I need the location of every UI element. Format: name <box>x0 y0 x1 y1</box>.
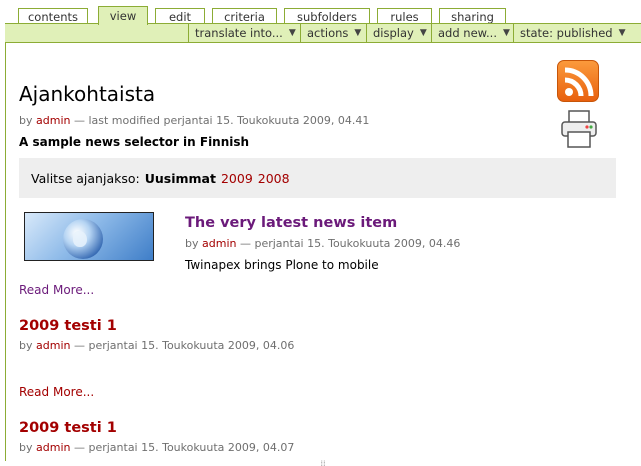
translate-label: translate into... <box>195 26 283 40</box>
selector-current: Uusimmat <box>144 170 216 186</box>
state-label: state: published <box>520 26 613 40</box>
tab-view[interactable]: view <box>98 6 148 25</box>
news-item-byline: by admin — perjantai 15. Toukokuuta 2009… <box>19 339 294 352</box>
news-item-title[interactable]: The very latest news item <box>185 215 397 231</box>
news-item-title[interactable]: 2009 testi 1 <box>19 318 117 334</box>
author-link[interactable]: admin <box>36 114 70 127</box>
page-byline: by admin — last modified perjantai 15. T… <box>19 114 369 127</box>
actions-label: actions <box>307 26 349 40</box>
dropdown-arrow-icon: ▼ <box>288 28 296 38</box>
author-link[interactable]: admin <box>202 237 236 250</box>
byline-prefix: by <box>19 441 33 454</box>
news-item-byline: by admin — perjantai 15. Toukokuuta 2009… <box>185 237 460 250</box>
action-bar: translate into... ▼ actions ▼ display ▼ add… <box>5 23 641 43</box>
year-link-2009[interactable]: 2009 <box>221 171 253 186</box>
tab-sharing[interactable]: sharing <box>439 8 506 24</box>
tab-subfolders[interactable]: subfolders <box>284 8 370 24</box>
read-more-link[interactable]: Read More... <box>19 283 94 297</box>
display-menu[interactable]: display ▼ <box>366 24 433 42</box>
globe-image <box>63 219 103 259</box>
last-modified: — last modified perjantai 15. Toukokuuta… <box>73 114 370 127</box>
news-thumbnail[interactable] <box>24 212 154 261</box>
display-label: display <box>373 26 414 40</box>
tab-criteria[interactable]: criteria <box>212 8 277 24</box>
tab-edit[interactable]: edit <box>155 8 205 24</box>
selector-label: Valitse ajanjakso: <box>31 170 140 186</box>
author-link[interactable]: admin <box>36 441 70 454</box>
period-selector: Valitse ajanjakso: Uusimmat 2009 2008 <box>19 158 616 198</box>
add-new-menu[interactable]: add new... ▼ <box>431 24 516 42</box>
dropdown-arrow-icon: ▼ <box>618 28 626 38</box>
actions-menu[interactable]: actions ▼ <box>300 24 367 42</box>
content-tabs: contents view edit criteria subfolders r… <box>0 0 641 25</box>
translate-menu[interactable]: translate into... ▼ <box>188 24 302 42</box>
state-menu[interactable]: state: published ▼ <box>513 24 632 42</box>
news-item-date: — perjantai 15. Toukokuuta 2009, 04.07 <box>73 441 295 454</box>
byline-prefix: by <box>185 237 199 250</box>
page-title: Ajankohtaista <box>19 82 156 106</box>
news-item-date: — perjantai 15. Toukokuuta 2009, 04.46 <box>239 237 461 250</box>
byline-prefix: by <box>19 339 33 352</box>
news-item-text: Twinapex brings Plone to mobile <box>185 258 379 272</box>
page-description: A sample news selector in Finnish <box>19 135 250 149</box>
tab-contents[interactable]: contents <box>18 8 88 24</box>
rss-feed-icon[interactable] <box>557 60 599 102</box>
year-link-2008[interactable]: 2008 <box>258 171 290 186</box>
news-item-title[interactable]: 2009 testi 1 <box>19 420 117 436</box>
dropdown-arrow-icon: ▼ <box>354 28 362 38</box>
byline-prefix: by <box>19 114 33 127</box>
news-item-byline: by admin — perjantai 15. Toukokuuta 2009… <box>19 441 294 454</box>
add-new-label: add new... <box>438 26 497 40</box>
resize-grip-icon[interactable]: ⁞⁞ <box>318 459 328 466</box>
read-more-link[interactable]: Read More... <box>19 385 94 399</box>
news-item-date: — perjantai 15. Toukokuuta 2009, 04.06 <box>73 339 295 352</box>
dropdown-arrow-icon: ▼ <box>419 28 427 38</box>
dropdown-arrow-icon: ▼ <box>502 28 510 38</box>
author-link[interactable]: admin <box>36 339 70 352</box>
tab-rules[interactable]: rules <box>377 8 432 24</box>
printer-icon[interactable] <box>558 108 600 150</box>
